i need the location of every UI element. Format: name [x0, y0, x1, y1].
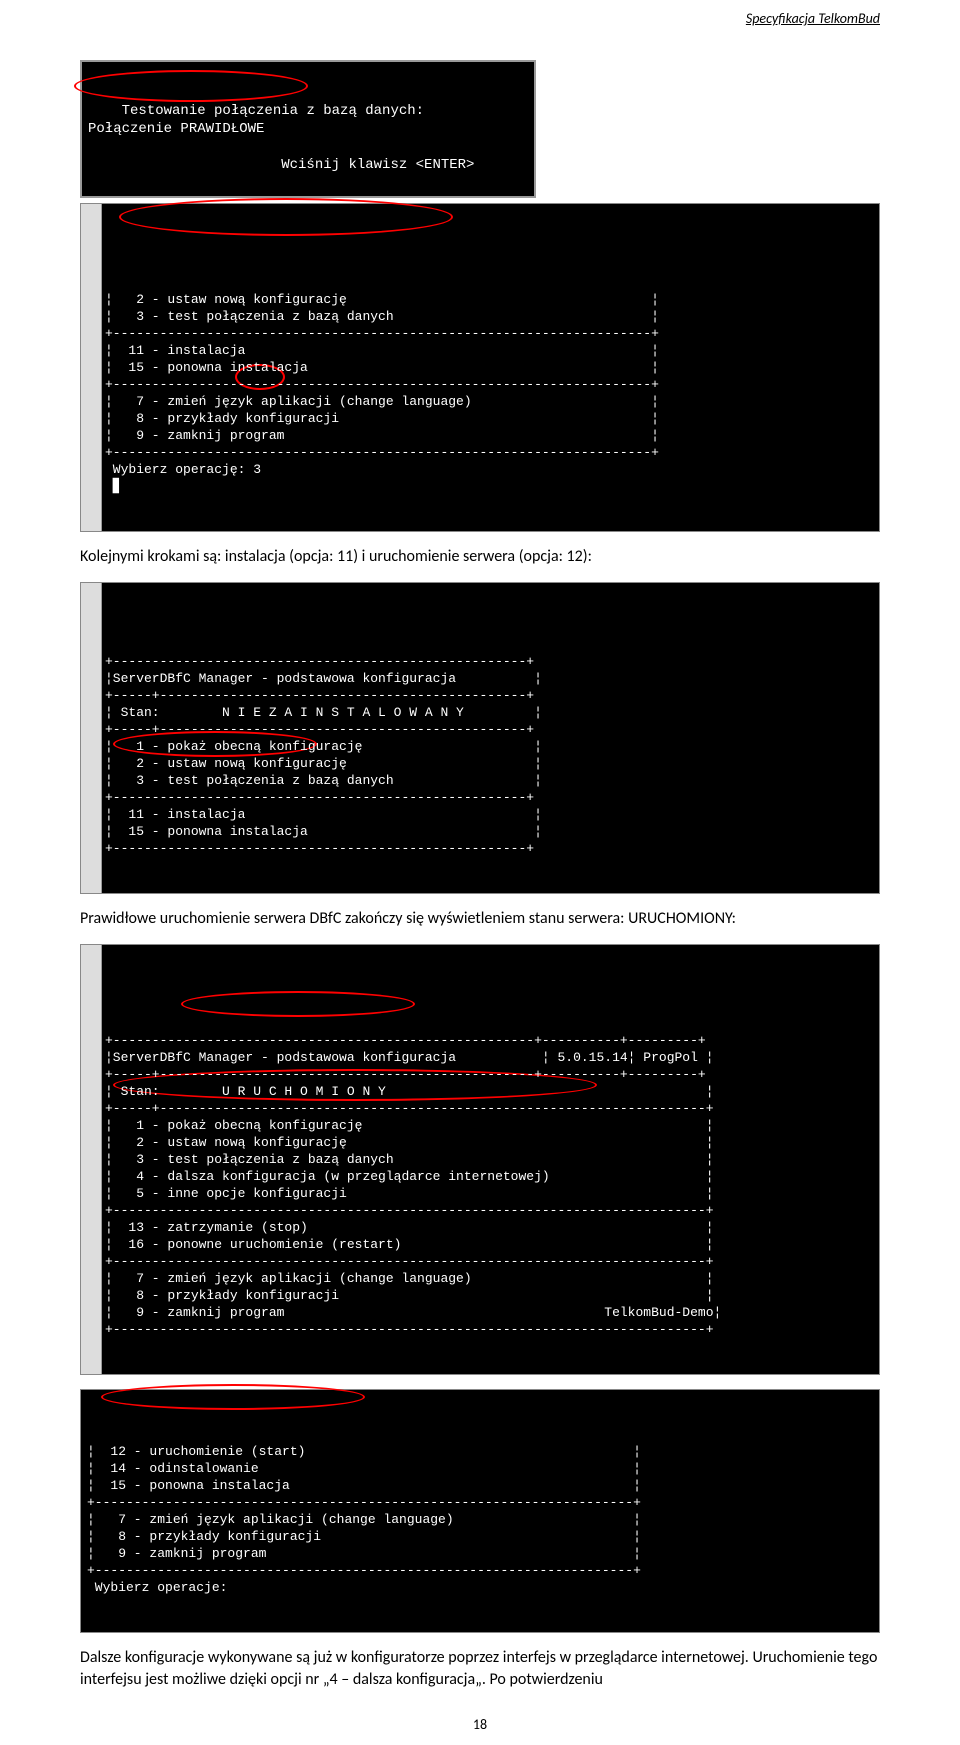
page-number: 18 — [0, 1716, 960, 1733]
term-lines: +---------------------------------------… — [105, 653, 879, 857]
highlight-circle — [101, 1384, 365, 1410]
terminal-status-not-installed: +---------------------------------------… — [80, 582, 880, 894]
term-lines: ¦ 12 - uruchomienie (start) ¦ ¦ 14 - odi… — [87, 1443, 879, 1596]
highlight-circle — [181, 991, 415, 1017]
term-lines: ¦ 2 - ustaw nową konfigurację ¦ ¦ 3 - te… — [105, 291, 879, 495]
terminal-connection-test: Testowanie połączenia z bazą danych: Poł… — [80, 60, 536, 198]
scrollbar-gutter — [81, 583, 102, 893]
body-paragraph: Kolejnymi krokami są: instalacja (opcja:… — [80, 546, 880, 568]
terminal-menu-start: ¦ 12 - uruchomienie (start) ¦ ¦ 14 - odi… — [80, 1389, 880, 1633]
terminal-menu-select: ¦ 2 - ustaw nową konfigurację ¦ ¦ 3 - te… — [80, 203, 880, 532]
scrollbar-gutter — [81, 204, 102, 531]
term-lines: +---------------------------------------… — [105, 1032, 879, 1338]
term-line: Połączenie PRAWIDŁOWE — [88, 121, 264, 137]
terminal-status-running: +---------------------------------------… — [80, 944, 880, 1375]
highlight-circle — [119, 198, 453, 236]
term-line: Testowanie połączenia z bazą danych: — [122, 103, 424, 119]
doc-header: Specyfikacja TelkomBud — [746, 10, 880, 27]
term-line: Wciśnij klawisz <ENTER> — [88, 157, 474, 173]
body-paragraph: Prawidłowe uruchomienie serwera DBfC zak… — [80, 908, 880, 930]
body-paragraph: Dalsze konfiguracje wykonywane są już w … — [80, 1647, 880, 1691]
scrollbar-gutter — [81, 945, 102, 1374]
highlight-circle — [74, 70, 308, 102]
